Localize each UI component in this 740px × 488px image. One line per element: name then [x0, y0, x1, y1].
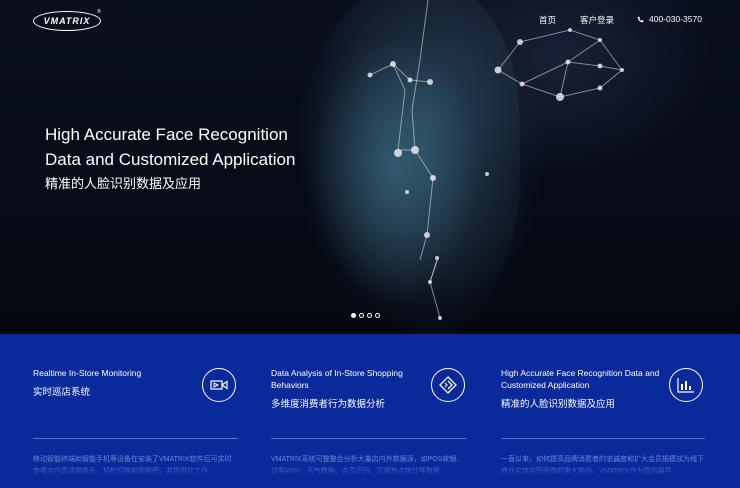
feature-title-en: High Accurate Face Recognition Data and …	[501, 368, 660, 390]
feature-divider	[501, 438, 705, 439]
carousel-dot-2[interactable]	[359, 313, 364, 318]
feature-description: VMATRIX系统可整整合分析大量店内外数据源，如POS收银、访客WIFI、天气…	[271, 456, 464, 475]
feature-card-monitoring[interactable]: Realtime In-Store Monitoring 实时巡店系统 移动智能…	[33, 334, 238, 488]
nav-client-login-link[interactable]: 客户登录	[580, 14, 614, 26]
hero-title-line1: High Accurate Face Recognition	[45, 125, 288, 144]
feature-description: 一直以来，如何提高品牌消费者的忠诚度和扩大会员规模成为线下商业实体店所面临的重大…	[501, 456, 704, 475]
feature-card-face-recognition[interactable]: High Accurate Face Recognition Data and …	[501, 334, 705, 488]
feature-title-cn: 多维度消费者行为数据分析	[271, 399, 386, 410]
bar-chart-icon	[669, 368, 703, 402]
carousel-dot-3[interactable]	[367, 313, 372, 318]
hero-banner: VMATRIX ® 首页 客户登录 400-030-3570 High Accu…	[0, 0, 740, 334]
feature-title-en: Realtime In-Store Monitoring	[33, 368, 142, 378]
carousel-dot-1[interactable]	[351, 313, 356, 318]
registered-mark: ®	[97, 9, 101, 15]
feature-divider	[271, 438, 467, 439]
hero-subtitle: 精准的人脸识别数据及应用	[45, 176, 202, 191]
feature-title-cn: 实时巡店系统	[33, 387, 91, 398]
feature-title-en: Data Analysis of In-Store Shopping Behav…	[271, 368, 403, 390]
phone-number: 400-030-3570	[649, 14, 702, 24]
data-analysis-icon	[431, 368, 465, 402]
carousel-dot-4[interactable]	[375, 313, 380, 318]
feature-title-cn: 精准的人脸识别数据及应用	[501, 399, 616, 410]
phone-icon	[637, 16, 644, 22]
carousel-indicators	[351, 313, 380, 318]
logo-text: VMATRIX	[43, 16, 91, 26]
nav-home-link[interactable]: 首页	[539, 14, 556, 26]
hero-title: High Accurate Face Recognition Data and …	[45, 122, 295, 172]
video-camera-icon	[202, 368, 236, 402]
feature-divider	[33, 438, 238, 439]
hero-title-line2: Data and Customized Application	[45, 150, 296, 169]
vmatrix-logo[interactable]: VMATRIX	[33, 11, 101, 31]
feature-description: 移动智能终端如智能手机等设备在安装了VMATRIX软件后可实时查看店内高清摄像头…	[33, 456, 232, 475]
feature-card-analysis[interactable]: Data Analysis of In-Store Shopping Behav…	[271, 334, 467, 488]
nav-phone[interactable]: 400-030-3570	[637, 14, 702, 24]
